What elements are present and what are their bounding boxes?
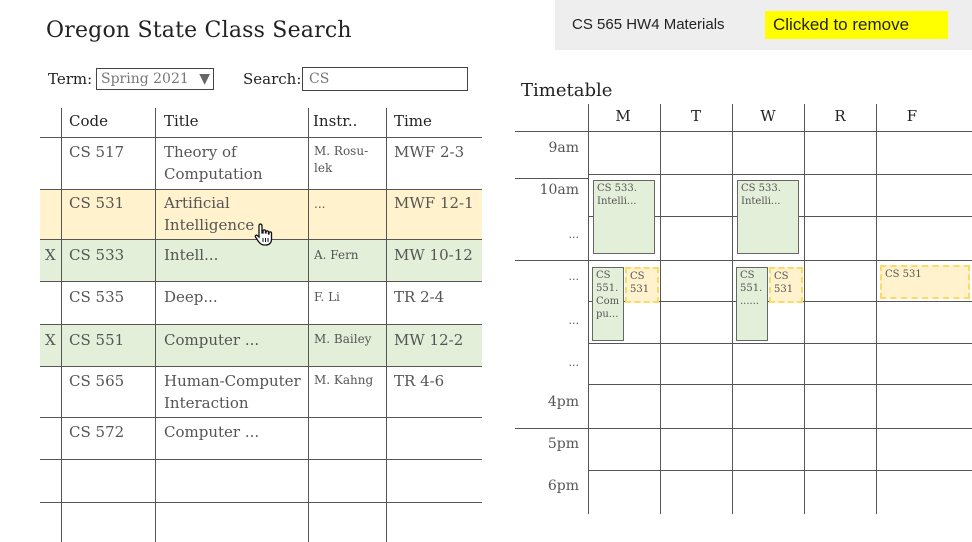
timetable-block[interactable]: CS 533. Intelli... [593, 180, 655, 254]
timetable-block-preview[interactable]: CS 531 [880, 265, 970, 299]
time-label: ... [568, 270, 580, 283]
timetable-grid: M T W R F 9am 10am ... ... ... ... 4pm 5… [515, 104, 972, 514]
course-title: Artificial [164, 194, 230, 212]
materials-bar: CS 565 HW4 Materials Clicked to remove [555, 0, 972, 50]
course-code: CS 535 [69, 288, 125, 306]
column-header-code[interactable]: Code [69, 112, 108, 130]
course-instructor: A. Fern [314, 248, 359, 262]
course-time: MW 10-12 [394, 246, 473, 264]
day-header-m: M [615, 107, 631, 125]
timetable-title: Timetable [521, 80, 613, 101]
class-table: Code Title Instr.. Time CS 517 Theory of… [40, 108, 482, 542]
column-header-title[interactable]: Title [164, 112, 199, 130]
day-header-t: T [690, 107, 701, 125]
time-label: ... [568, 356, 580, 369]
course-instructor: M. Kahng [314, 373, 374, 387]
course-title: Theory of [164, 143, 237, 161]
course-time: MWF 2-3 [394, 143, 465, 161]
selected-mark[interactable]: X [45, 329, 56, 351]
course-title: Intell... [164, 246, 219, 264]
time-label: 10am [539, 182, 579, 198]
timetable-block[interactable]: CS 533. Intelli... [737, 180, 799, 254]
column-header-instructor[interactable]: Instr.. [313, 112, 357, 130]
course-code: CS 517 [69, 143, 125, 161]
app-title: Oregon State Class Search [46, 18, 352, 43]
course-instructor: M. Rosu- [314, 144, 369, 158]
time-label: 9am [548, 140, 579, 156]
course-title: Interaction [164, 394, 249, 412]
course-title: Computer ... [164, 423, 260, 441]
timetable-block[interactable]: CS 551. ...... [736, 267, 768, 341]
course-code: CS 531 [69, 194, 125, 212]
timetable-block-preview[interactable]: CS 531 [625, 267, 659, 303]
course-title: Deep... [164, 288, 218, 306]
search-label: Search: [243, 70, 302, 88]
timetable-block-preview[interactable]: CS 531 [769, 267, 803, 303]
time-label: ... [568, 314, 580, 327]
course-code: CS 533 [69, 246, 125, 264]
search-input[interactable] [302, 67, 468, 91]
term-select-value: Spring 2021 [101, 71, 189, 87]
course-time: TR 2-4 [394, 288, 445, 306]
day-header-f: F [906, 107, 918, 125]
course-title: Human-Computer [164, 372, 301, 390]
day-header-w: W [760, 107, 776, 125]
course-title: Computation [164, 165, 263, 183]
timetable-block[interactable]: CS 551. Com pu... [592, 267, 624, 341]
course-instructor: lek [314, 161, 333, 175]
hand-cursor-icon [254, 223, 273, 246]
course-code: CS 551 [69, 331, 125, 349]
day-header-r: R [834, 107, 846, 125]
column-header-time[interactable]: Time [394, 112, 432, 130]
remove-button[interactable]: Clicked to remove [765, 11, 948, 39]
course-title: Computer ... [164, 331, 260, 349]
course-instructor: ... [314, 197, 326, 211]
selected-mark[interactable]: X [45, 244, 56, 266]
time-label: 5pm [547, 436, 579, 452]
course-code: CS 572 [69, 423, 125, 441]
time-label: 6pm [547, 478, 579, 494]
course-instructor: M. Bailey [314, 332, 372, 346]
course-time: MW 12-2 [394, 331, 464, 349]
term-label: Term: [48, 70, 93, 88]
chevron-down-icon: ▼ [199, 71, 210, 87]
course-title: Intelligence [164, 216, 255, 234]
course-time: TR 4-6 [394, 372, 445, 390]
time-label: ... [568, 228, 580, 241]
course-time: MWF 12-1 [394, 194, 474, 212]
course-instructor: F. Li [314, 290, 340, 304]
time-label: 4pm [547, 394, 579, 410]
term-select[interactable]: Spring 2021 ▼ [96, 68, 214, 90]
course-materials-label[interactable]: CS 565 HW4 Materials [572, 16, 725, 33]
course-code: CS 565 [69, 372, 125, 390]
